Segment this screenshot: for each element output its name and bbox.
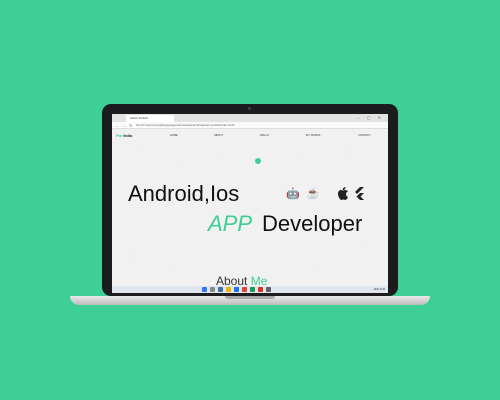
bg-pattern-mark: + (172, 264, 174, 268)
java-icon: ☕ (306, 188, 320, 200)
browser-nav-icons[interactable]: ← → ↻ (115, 122, 134, 129)
app-icon[interactable] (250, 287, 255, 292)
chrome-icon[interactable] (242, 287, 247, 292)
site-logo[interactable]: Portfolio (116, 133, 132, 138)
webcam (248, 107, 251, 110)
bg-pattern-mark: ○ (312, 264, 314, 268)
bg-pattern-mark: ○ (142, 148, 144, 152)
search-icon[interactable] (210, 287, 215, 292)
bg-pattern-mark: ○ (132, 254, 134, 258)
bg-pattern-mark: + (302, 156, 304, 160)
laptop-base-notch (225, 296, 275, 299)
address-bar: ← → ↻ file:///C:/Users/nmnsgdfesqs/pages… (112, 122, 388, 129)
bg-pattern-mark: + (182, 164, 184, 168)
system-tray[interactable]: ENG 9:41 (374, 286, 385, 293)
logo-text: folio (124, 133, 133, 138)
flutter-icon (354, 187, 364, 204)
nav-link-skills[interactable]: SKILLS (260, 134, 269, 137)
bg-pattern-mark: ○ (347, 150, 349, 154)
hero-accent-word: APP (208, 211, 253, 236)
bg-pattern-mark: ○ (222, 152, 224, 156)
apple-icon (338, 187, 349, 204)
laptop-lid: Safesci Portfolio – ▢ ✕ ← → ↻ file:///C:… (102, 104, 398, 296)
settings-icon[interactable] (266, 287, 271, 292)
file-explorer-icon[interactable] (226, 287, 231, 292)
nav-link-about[interactable]: ABOUT (214, 134, 223, 137)
browser-tab-bar: Safesci Portfolio – ▢ ✕ (112, 114, 388, 122)
browser-icon[interactable] (234, 287, 239, 292)
nav-link-contact[interactable]: CONTACT (358, 134, 370, 137)
url-field[interactable]: file:///C:/Users/nmnsgdfesqs/pages/web-d… (136, 123, 336, 128)
window-controls[interactable]: – ▢ ✕ (357, 115, 384, 120)
logo-accent: Port (116, 133, 124, 138)
apple-icon-shape (338, 187, 348, 200)
browser-tab[interactable]: Safesci Portfolio (126, 115, 174, 122)
flutter-icon-shape (355, 187, 364, 200)
task-view-icon[interactable] (218, 287, 223, 292)
laptop-screen: Safesci Portfolio – ▢ ✕ ← → ↻ file:///C:… (112, 114, 388, 293)
site-nav: Portfolio HOME ABOUT SKILLS MY WORKS CON… (112, 129, 388, 142)
start-icon[interactable] (202, 287, 207, 292)
hero-title-line2: Developer (262, 211, 363, 236)
nav-link-home[interactable]: HOME (170, 134, 178, 137)
nav-link-my-works[interactable]: MY WORKS (306, 134, 320, 137)
os-taskbar: ENG 9:41 (112, 286, 388, 293)
hero-title-line1: Android,Ios (128, 181, 240, 206)
bg-pattern-mark: + (362, 244, 364, 248)
android-icon: 🤖 (286, 188, 300, 200)
media-icon[interactable] (258, 287, 263, 292)
accent-dot (255, 158, 261, 164)
